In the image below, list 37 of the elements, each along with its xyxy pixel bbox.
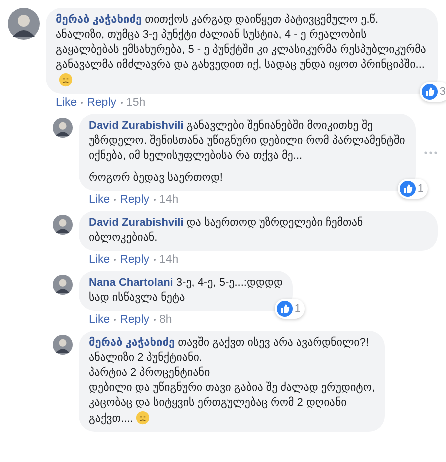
reaction-count[interactable]: 3 [420,82,446,102]
avatar-icon[interactable] [53,215,73,235]
author-link[interactable]: David Zurabishvili [89,217,184,229]
action-link[interactable]: Reply [87,97,117,109]
separator-dot [154,259,156,261]
comment-text: David Zurabishvili და საერთოდ უზრდელები ჩემთან იბლოკებიან. [89,216,364,246]
author-link[interactable]: მერაბ კაჭახიძე [56,14,142,26]
action-link[interactable]: Like [56,97,78,109]
separator-dot [114,319,116,321]
action-link[interactable]: Like [89,314,110,326]
comment-text: როგორ ბედავ საერთოდ! [89,171,224,186]
avatar-icon[interactable] [53,335,73,355]
action-link[interactable]: Like [89,194,110,206]
avatar-icon[interactable] [8,8,40,40]
reaction-count[interactable]: 1 [398,179,428,199]
timestamp: 14h [160,194,179,206]
separator-dot [114,259,116,261]
action-link[interactable]: Reply [120,194,150,206]
separator-dot [154,199,156,201]
comment-text: მერაბ კაჭახიძე თავში გაქვთ ისევ არა ავარდნილი?! ანალიზი 2 პუნქტიანი. პარტია 2 პროცენტიანი დებილი და უწიგნური თავი გაბია შე ძალად ერუდიტო, კაცობაც და სიტყვის ერთგულებაც რომ 2 დღიანი გაქვთ.... [89,336,376,427]
separator-dot [120,102,123,104]
timestamp: 15h [126,97,146,109]
author-link[interactable]: Nana Chartolani [89,277,174,289]
separator-dot [114,199,116,201]
author-link[interactable]: David Zurabishvili [89,120,184,132]
separator-dot [154,319,156,321]
author-link[interactable]: მერაბ კაჭახიძე [89,337,176,349]
reaction-count[interactable]: 1 [274,299,305,319]
action-link[interactable]: Reply [120,254,150,266]
avatar-icon[interactable] [53,118,73,138]
comment-text: David Zurabishvili განავლები შენიანებში მოიკითხე შე უზრდელო. შენისთანა უწიგნური დებილი რომ პარლამენტში იქნება, იმ ხელისუფლებისა რა თქვა მე... [89,119,406,164]
action-link[interactable]: Reply [120,314,150,326]
timestamp: 14h [160,254,179,266]
action-link[interactable]: Like [89,254,110,266]
avatar-icon[interactable] [53,275,73,295]
timestamp: 8h [160,314,172,326]
separator-dot [81,102,84,104]
